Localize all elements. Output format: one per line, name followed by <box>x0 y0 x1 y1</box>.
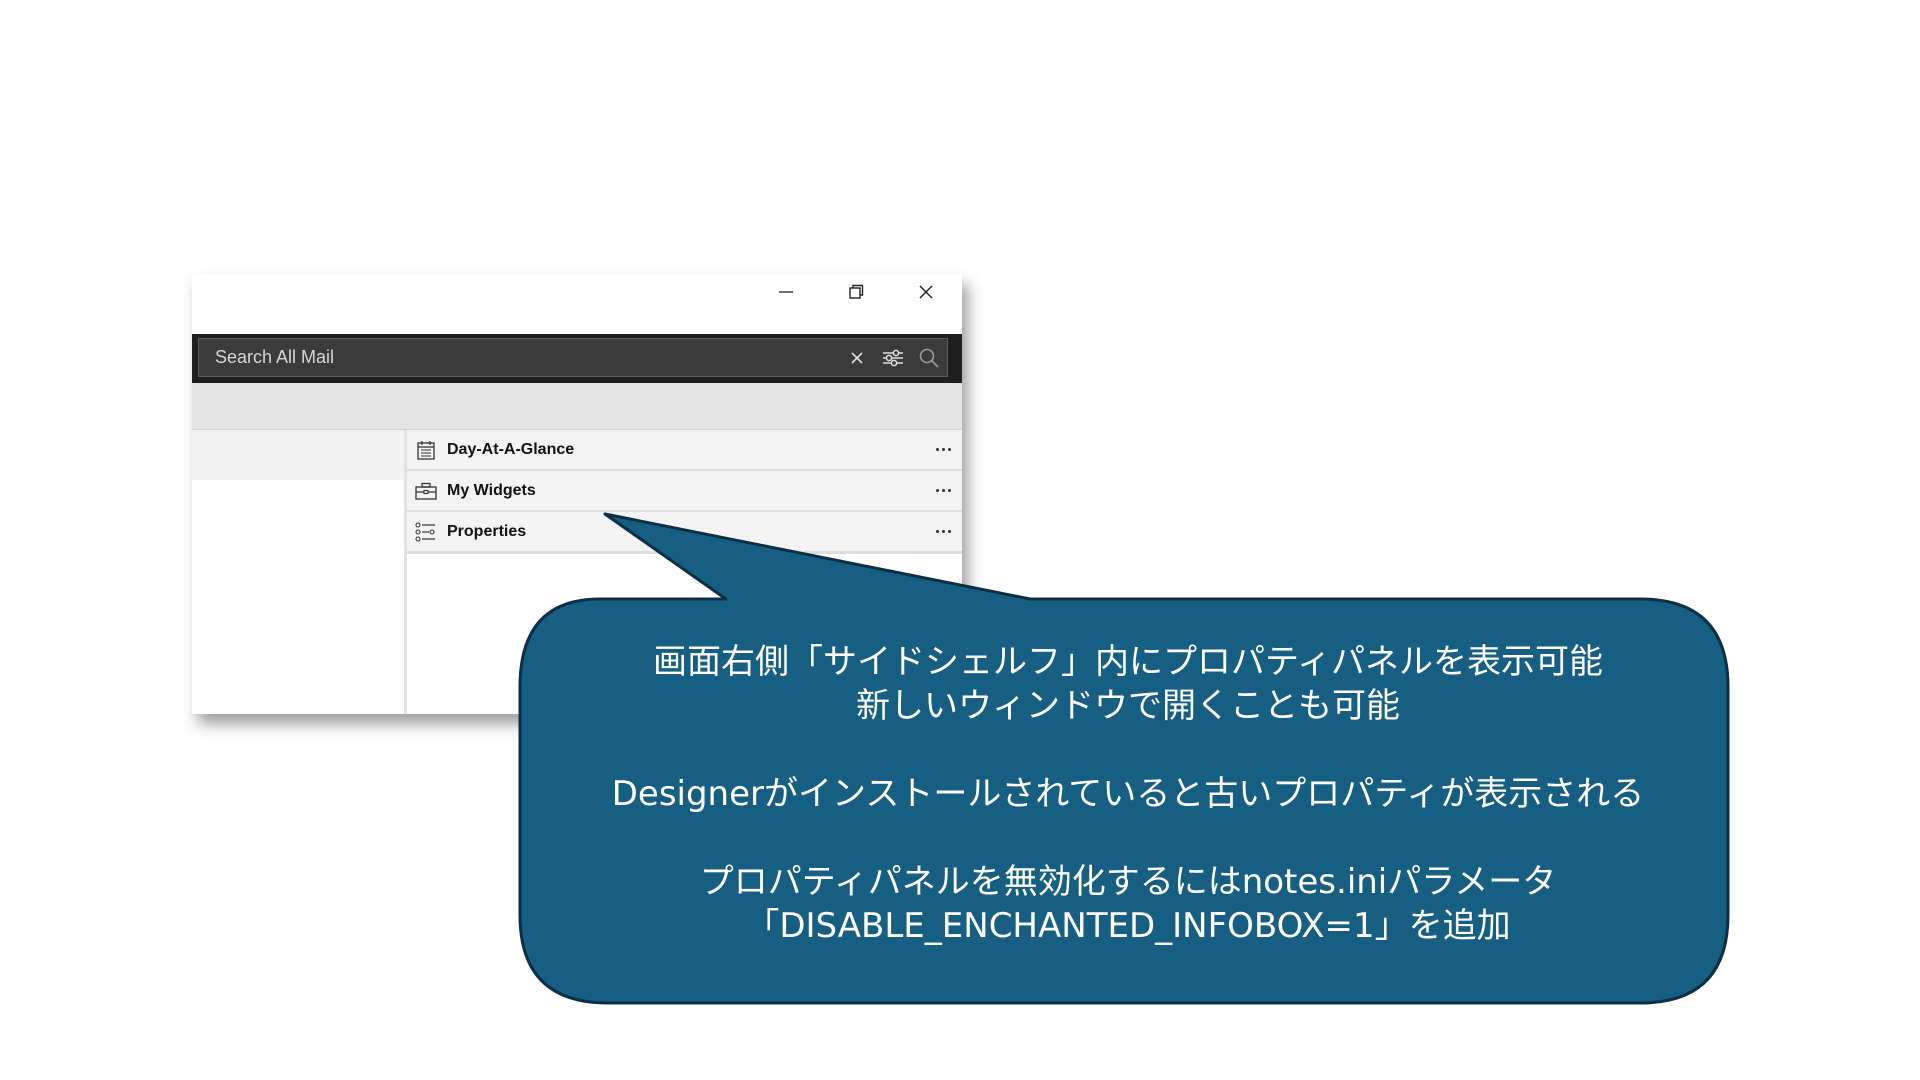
sliders-icon <box>883 349 903 366</box>
close-icon <box>851 351 863 364</box>
more-icon <box>935 530 951 533</box>
navigation-selected-row[interactable] <box>192 430 404 480</box>
callout-line-3: Designerがインストールされていると古いプロパティが表示される <box>611 774 1645 814</box>
close-icon <box>919 285 933 299</box>
shelf-item-label: My Widgets <box>447 481 536 499</box>
shelf-item-properties[interactable]: Properties <box>407 512 962 554</box>
callout-line-5: 「DISABLE_ENCHANTED_INFOBOX=1」を追加 <box>745 906 1511 946</box>
minimize-button[interactable] <box>768 278 804 306</box>
search-icon <box>919 348 939 368</box>
search-button[interactable] <box>911 340 947 376</box>
callout-text: 画面右側「サイドシェルフ」内にプロパティパネルを表示可能 新しいウィンドウで開く… <box>528 640 1728 948</box>
more-icon <box>935 448 951 451</box>
search-bar <box>192 334 962 383</box>
restore-icon <box>849 284 864 299</box>
more-icon <box>935 489 951 492</box>
search-options-button[interactable] <box>875 340 911 376</box>
more-options-button[interactable] <box>928 476 958 506</box>
callout-line-2: 新しいウィンドウで開くことも可能 <box>856 686 1400 726</box>
slide: Day-At-A-Glance My Widgets <box>0 0 1920 1080</box>
search-input[interactable] <box>199 338 839 377</box>
callout-line-1: 画面右側「サイドシェルフ」内にプロパティパネルを表示可能 <box>653 642 1603 682</box>
callout-spacer <box>528 816 1728 860</box>
shelf-item-day-at-a-glance[interactable]: Day-At-A-Glance <box>407 430 962 472</box>
clear-search-button[interactable] <box>839 340 875 376</box>
title-bar <box>192 274 962 334</box>
callout-line-4: プロパティパネルを無効化するにはnotes.iniパラメータ <box>699 862 1557 902</box>
shelf-item-label: Day-At-A-Glance <box>447 440 575 458</box>
search-box <box>198 338 948 377</box>
shelf-item-my-widgets[interactable]: My Widgets <box>407 471 962 513</box>
shelf-item-label: Properties <box>447 522 527 540</box>
close-window-button[interactable] <box>908 278 944 306</box>
minimize-icon <box>779 291 793 293</box>
restore-button[interactable] <box>838 278 874 306</box>
callout-spacer <box>528 728 1728 772</box>
navigation-pane <box>192 430 407 714</box>
more-options-button[interactable] <box>928 435 958 465</box>
properties-icon <box>415 521 437 543</box>
toolbar <box>192 383 962 430</box>
more-options-button[interactable] <box>928 517 958 547</box>
toolbox-icon <box>415 480 437 502</box>
calendar-icon <box>415 439 437 461</box>
